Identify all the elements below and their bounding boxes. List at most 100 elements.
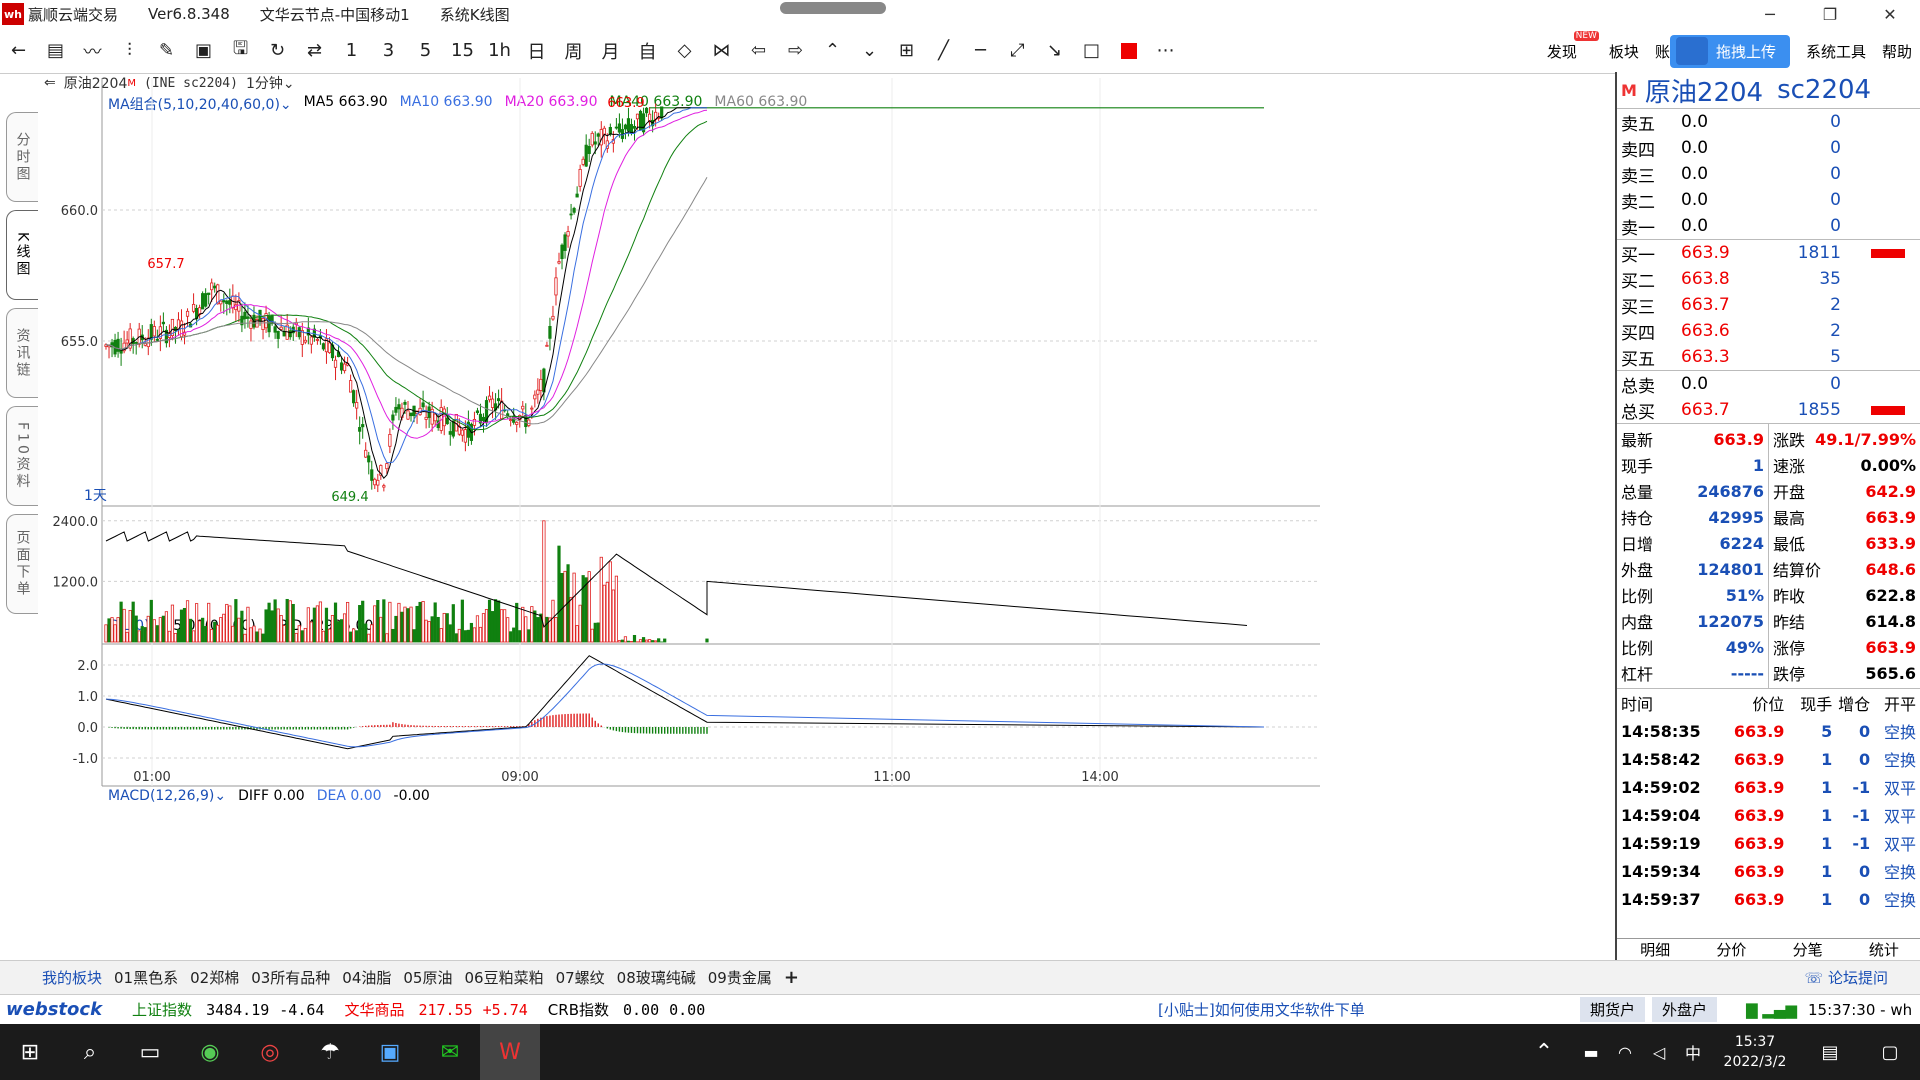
board-05[interactable]: 05原油 (403, 967, 452, 988)
bid-row[interactable]: 买四 663.6 2 (1617, 318, 1920, 344)
more-icon[interactable]: ⋯ (1147, 34, 1184, 68)
trade-row[interactable]: 14:59:34 663.9 1 0 空换 (1617, 857, 1920, 885)
chart-area[interactable]: ⇐ 原油2204 M (INE sc2204) 1分钟⌄ MA组合(5,10,20… (40, 74, 1615, 960)
timeshare-icon[interactable]: 〰 (74, 34, 111, 68)
bid-row[interactable]: 买三 663.7 2 (1617, 292, 1920, 318)
save-icon[interactable]: 🖫 (222, 34, 259, 68)
drag-handle[interactable] (780, 2, 886, 14)
period-day[interactable]: 日 (518, 34, 555, 68)
app-360-icon[interactable]: ◉ (180, 1024, 240, 1080)
account-button[interactable]: 账 (1655, 41, 1670, 62)
layout-icon[interactable]: ⊞ (888, 34, 925, 68)
help-button[interactable]: 帮助 (1882, 41, 1912, 62)
task-view-icon[interactable]: ▭ (120, 1024, 180, 1080)
discover-button[interactable]: 发现 NEW (1547, 30, 1599, 62)
battery-icon[interactable]: ▬ (1574, 1024, 1608, 1080)
total-row[interactable]: 总卖 0.0 0 (1617, 371, 1920, 397)
wifi-icon[interactable]: ◠ (1608, 1024, 1642, 1080)
chrome-icon[interactable]: ◎ (240, 1024, 300, 1080)
bid-row[interactable]: 买二 663.8 35 (1617, 266, 1920, 292)
period-5[interactable]: 5 (407, 34, 444, 68)
wechat-icon[interactable]: ✉ (420, 1024, 480, 1080)
forum-button[interactable]: ☏ 论坛提问 (1804, 967, 1888, 988)
page-down-icon[interactable]: ⌄ (851, 34, 888, 68)
ray-tool-icon[interactable]: ⤢ (999, 34, 1036, 68)
board-07[interactable]: 07螺纹 (556, 967, 605, 988)
tab-tick[interactable]: 分笔 (1770, 939, 1846, 960)
trade-row[interactable]: 14:59:02 663.9 1 -1 双平 (1617, 773, 1920, 801)
search-icon[interactable]: ⌕ (60, 1024, 120, 1080)
rect-tool-icon[interactable]: □ (1073, 34, 1110, 68)
wenhua-app-icon[interactable]: W (480, 1024, 540, 1080)
kline-icon[interactable]: ⫶ (111, 34, 148, 68)
ime-indicator[interactable]: 中 (1676, 1024, 1710, 1080)
trade-row[interactable]: 14:59:37 663.9 1 0 空换 (1617, 885, 1920, 913)
board-03[interactable]: 03所有品种 (251, 967, 330, 988)
ask-row[interactable]: 卖四 0.0 0 (1617, 135, 1920, 161)
arrow-tool-icon[interactable]: ↘ (1036, 34, 1073, 68)
notification-icon[interactable]: ▤ (1800, 1024, 1860, 1080)
period-month[interactable]: 月 (592, 34, 629, 68)
app-umbrella-icon[interactable]: ☂ (300, 1024, 360, 1080)
app-window-icon[interactable]: ▣ (360, 1024, 420, 1080)
server-node[interactable]: 文华云节点-中国移动1 (260, 4, 410, 25)
trade-row[interactable]: 14:59:19 663.9 1 -1 双平 (1617, 829, 1920, 857)
ask-row[interactable]: 卖五 0.0 0 (1617, 109, 1920, 135)
kline-chart[interactable]: 660.0 655.0 2400.0 1200.0 2.0 1.0 0.0 -1.0 01:00… (40, 74, 1615, 960)
restore-button[interactable]: ❐ (1800, 0, 1860, 28)
total-row[interactable]: 总买 663.7 1855 (1617, 397, 1920, 423)
board-04[interactable]: 04油脂 (342, 967, 391, 988)
indicator-icon[interactable]: ⇄ (296, 34, 333, 68)
upload-button[interactable]: 拖拽上传 (1669, 34, 1790, 68)
tab-stats[interactable]: 统计 (1846, 939, 1920, 960)
period-week[interactable]: 周 (555, 34, 592, 68)
taskbar-clock[interactable]: 15:37 2022/3/2 (1710, 1032, 1800, 1072)
page-up-icon[interactable]: ⌃ (814, 34, 851, 68)
draw-icon[interactable]: ✎ (148, 34, 185, 68)
board-mine[interactable]: 我的板块 (42, 967, 102, 988)
forex-account-button[interactable]: 外盘户 (1652, 997, 1718, 1022)
bid-row[interactable]: 买一 663.9 1811 (1617, 240, 1920, 266)
volume-icon[interactable]: ◁ (1642, 1024, 1676, 1080)
period-3[interactable]: 3 (370, 34, 407, 68)
board-09[interactable]: 09贵金属 (708, 967, 772, 988)
tab-price-dist[interactable]: 分价 (1693, 939, 1769, 960)
scroll-right-icon[interactable]: ⇨ (777, 34, 814, 68)
tab-timeshare[interactable]: 分时图 (6, 112, 38, 202)
period-1h[interactable]: 1h (481, 34, 518, 68)
screen-icon[interactable]: ▣ (185, 34, 222, 68)
tip-link[interactable]: [小贴士]如何使用文华软件下单 (1158, 999, 1365, 1020)
board-02[interactable]: 02郑棉 (190, 967, 239, 988)
minimize-button[interactable]: ─ (1740, 0, 1800, 28)
ask-row[interactable]: 卖二 0.0 0 (1617, 187, 1920, 213)
trade-row[interactable]: 14:58:35 663.9 5 0 空换 (1617, 717, 1920, 745)
board-06[interactable]: 06豆粕菜粕 (464, 967, 543, 988)
windows-start-icon[interactable]: ⊞ (0, 1024, 60, 1080)
scroll-left-icon[interactable]: ⇦ (740, 34, 777, 68)
tab-detail[interactable]: 明细 (1617, 939, 1693, 960)
period-15[interactable]: 15 (444, 34, 481, 68)
ask-row[interactable]: 卖三 0.0 0 (1617, 161, 1920, 187)
futures-account-button[interactable]: 期货户 (1580, 997, 1646, 1022)
sector-button[interactable]: 板块 (1609, 41, 1639, 62)
zoom-out-icon[interactable]: ⋈ (703, 34, 740, 68)
add-board-button[interactable]: + (784, 967, 799, 988)
back-icon[interactable]: ← (0, 34, 37, 68)
board-08[interactable]: 08玻璃纯碱 (617, 967, 696, 988)
tab-news[interactable]: 资讯链 (6, 308, 38, 398)
period-custom[interactable]: 自 (629, 34, 666, 68)
color-picker-icon[interactable] (1110, 34, 1147, 68)
bid-row[interactable]: 买五 663.3 5 (1617, 344, 1920, 370)
tab-kline[interactable]: K线图 (6, 210, 38, 300)
period-1[interactable]: 1 (333, 34, 370, 68)
tray-chevron-icon[interactable]: ⌃ (1514, 1024, 1574, 1080)
trade-row[interactable]: 14:58:42 663.9 1 0 空换 (1617, 745, 1920, 773)
system-tools-button[interactable]: 系统工具 (1806, 41, 1866, 62)
refresh-icon[interactable]: ↻ (259, 34, 296, 68)
tab-f10[interactable]: F10资料 (6, 406, 38, 506)
quote-list-icon[interactable]: ▤ (37, 34, 74, 68)
action-center-icon[interactable]: ▢ (1860, 1024, 1920, 1080)
tab-order[interactable]: 页面下单 (6, 514, 38, 614)
ask-row[interactable]: 卖一 0.0 0 (1617, 213, 1920, 239)
hline-tool-icon[interactable]: ─ (962, 34, 999, 68)
